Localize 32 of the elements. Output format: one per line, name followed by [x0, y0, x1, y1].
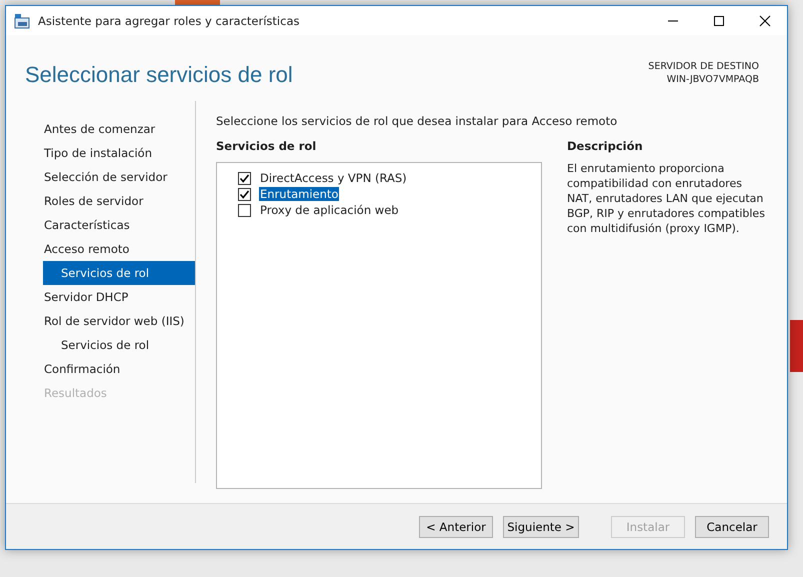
- close-icon[interactable]: [759, 14, 771, 26]
- nav-item[interactable]: Selección de servidor: [43, 165, 195, 189]
- service-label[interactable]: DirectAccess y VPN (RAS): [259, 171, 408, 185]
- checkbox[interactable]: [238, 172, 251, 184]
- app-icon: [14, 12, 30, 28]
- list-heading: Servicios de rol: [216, 139, 318, 155]
- service-label[interactable]: Enrutamiento: [259, 187, 340, 201]
- wizard-button[interactable]: Siguiente >: [503, 516, 579, 538]
- nav-item[interactable]: Rol de servidor web (IIS): [43, 309, 195, 333]
- service-label[interactable]: Proxy de aplicación web: [259, 203, 400, 217]
- instruction-text: Seleccione los servicios de rol que desea instalar para Acceso remoto: [216, 113, 618, 130]
- wizard-button[interactable]: < Anterior: [419, 516, 493, 538]
- description-text: El enrutamiento proporciona compatibilidad con enrutadores NAT, enrutadores LAN que ejecutan BGP, RIP y enrutadores compatibles con multidifusión (proxy IGMP).: [567, 161, 766, 236]
- nav-item[interactable]: Servidor DHCP: [43, 285, 195, 309]
- nav-item[interactable]: Tipo de instalación: [43, 141, 195, 165]
- description-heading: Descripción: [567, 139, 644, 155]
- nav-item[interactable]: Acceso remoto: [43, 237, 195, 261]
- background-tile: [790, 320, 803, 372]
- checkbox[interactable]: [238, 188, 251, 200]
- wizard-button[interactable]: Cancelar: [695, 516, 769, 538]
- nav-item[interactable]: Confirmación: [43, 357, 195, 381]
- nav-item[interactable]: Antes de comenzar: [43, 117, 195, 141]
- nav-item[interactable]: Características: [43, 213, 195, 237]
- nav-item[interactable]: Roles de servidor: [43, 189, 195, 213]
- destination-label: SERVIDOR DE DESTINO: [648, 60, 759, 73]
- page-title: Seleccionar servicios de rol: [25, 62, 293, 88]
- destination-server: WIN-JBVO7VMPAQB: [666, 73, 759, 86]
- nav-item[interactable]: Servicios de rol: [43, 333, 195, 357]
- maximize-icon[interactable]: [713, 14, 725, 26]
- nav-item[interactable]: Servicios de rol: [43, 261, 195, 285]
- checkbox[interactable]: [238, 204, 251, 216]
- window-title: Asistente para agregar roles y características: [38, 14, 300, 28]
